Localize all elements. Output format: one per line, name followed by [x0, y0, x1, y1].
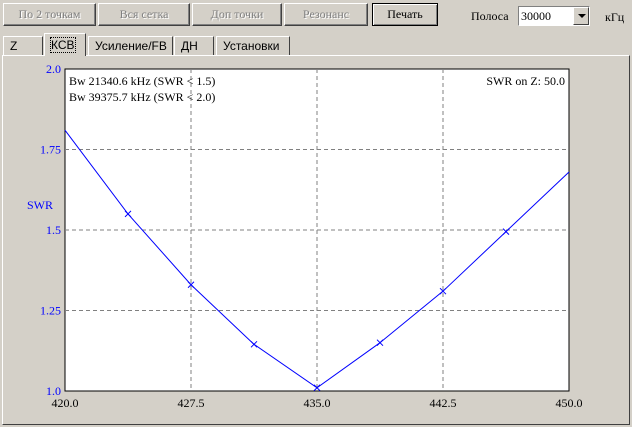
tab-settings[interactable]: Установки — [216, 36, 290, 55]
chart-panel: 420.0 427.5 435.0 442.5 450.0 1.0 1.25 1.5 1.75 2… — [2, 55, 630, 425]
y-axis-label: SWR — [27, 198, 53, 212]
band-value: 30000 — [521, 9, 551, 23]
tab-swr-label: КСВ — [50, 37, 76, 53]
y-tick-label: 1.5 — [46, 223, 61, 237]
x-tick-label: 435.0 — [304, 396, 331, 410]
whole-grid-button[interactable]: Вся сетка — [98, 3, 190, 26]
x-tick-label: 442.5 — [430, 396, 457, 410]
y-tick-label: 1.75 — [40, 143, 61, 157]
x-tick-label: 420.0 — [52, 396, 79, 410]
unit-label: кГц — [605, 10, 625, 24]
swr-z-annotation: SWR on Z: 50.0 — [486, 74, 565, 88]
by-2-points-button[interactable]: По 2 точкам — [3, 3, 96, 26]
y-tick-label: 1.25 — [40, 304, 61, 318]
print-button[interactable]: Печать — [372, 3, 438, 26]
tab-gain-fb-label: Усиление/FB — [95, 39, 167, 53]
band-label: Полоса — [471, 9, 509, 23]
tab-z[interactable]: Z — [3, 36, 43, 55]
tab-swr[interactable]: КСВ — [44, 33, 86, 56]
y-tick-label: 2.0 — [46, 62, 61, 76]
bw2-annotation: Bw 39375.7 kHz (SWR < 2.0) — [69, 90, 215, 104]
band-select[interactable]: 30000 — [518, 6, 590, 26]
tab-settings-label: Установки — [223, 39, 280, 53]
tab-z-label: Z — [10, 39, 18, 53]
y-tick-label: 1.0 — [46, 384, 61, 398]
tab-pattern-label: ДН — [181, 39, 198, 53]
resonance-button[interactable]: Резонанс — [284, 3, 368, 26]
extra-points-button[interactable]: Доп точки — [192, 3, 282, 26]
x-tick-label: 450.0 — [556, 396, 583, 410]
swr-chart: 420.0 427.5 435.0 442.5 450.0 1.0 1.25 1.5 1.75 2… — [3, 56, 629, 424]
chevron-down-icon[interactable] — [573, 7, 589, 25]
x-tick-label: 427.5 — [178, 396, 205, 410]
tab-gain-fb[interactable]: Усиление/FB — [88, 36, 173, 55]
tab-pattern[interactable]: ДН — [174, 36, 214, 55]
bw1-annotation: Bw 21340.6 kHz (SWR < 1.5) — [69, 74, 215, 88]
